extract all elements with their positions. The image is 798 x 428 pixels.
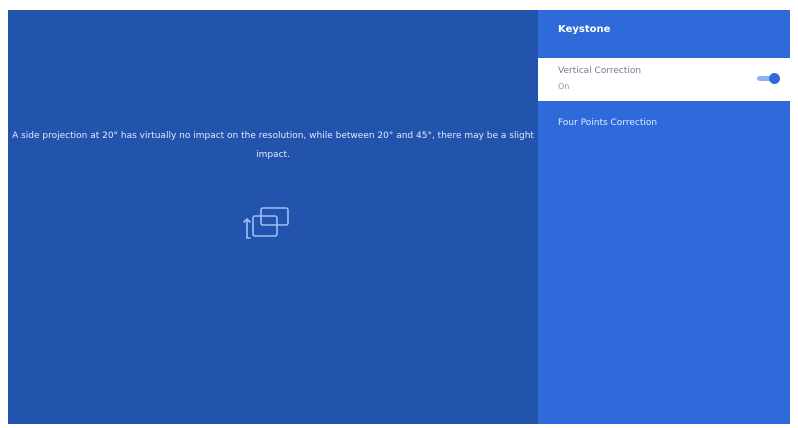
vertical-correction-label: Vertical Correction — [558, 66, 642, 76]
vertical-correction-item[interactable]: Vertical Correction On — [538, 58, 790, 101]
keystone-screen: A side projection at 20° has virtually n… — [8, 10, 790, 424]
info-description: A side projection at 20° has virtually n… — [12, 131, 534, 160]
vertical-correction-toggle[interactable] — [757, 73, 780, 84]
info-panel: A side projection at 20° has virtually n… — [8, 10, 538, 424]
keystone-icon — [243, 207, 289, 239]
four-points-correction-item[interactable]: Four Points Correction — [558, 118, 657, 128]
keystone-menu: Keystone Vertical Correction On Four Poi… — [538, 10, 790, 424]
vertical-correction-value: On — [558, 82, 570, 91]
toggle-knob — [769, 73, 780, 84]
menu-title: Keystone — [558, 24, 611, 35]
